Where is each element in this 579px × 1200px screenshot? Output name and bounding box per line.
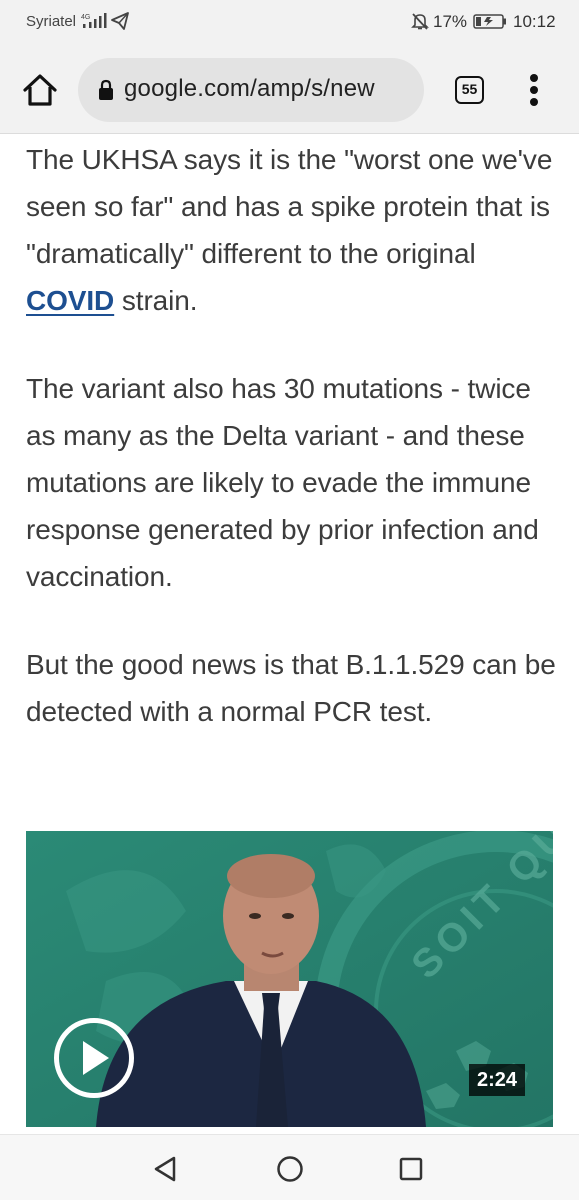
lock-icon [99,79,113,100]
recents-icon[interactable] [399,1157,423,1181]
back-icon[interactable] [152,1155,178,1183]
address-bar[interactable]: google.com/amp/s/new [78,58,424,122]
paragraph-1-text-after: strain. [114,285,198,316]
paragraph-3: But the good news is that B.1.1.529 can … [26,649,556,727]
more-vert-icon[interactable] [522,72,546,108]
paragraph-1: The UKHSA says it is the "worst one we'v… [26,136,556,324]
paragraph-1-text-before: The UKHSA says it is the "worst one we'v… [26,144,553,269]
play-icon[interactable] [54,1018,134,1098]
mute-icon [411,13,429,30]
carrier-label: Syriatel [26,13,77,30]
nav-home-icon[interactable] [276,1155,304,1183]
url-text[interactable]: google.com/amp/s/new [124,75,375,103]
battery-percent: 17% [433,12,468,31]
article-body: The UKHSA says it is the "worst one we'v… [26,136,556,776]
system-nav-bar [0,1134,579,1200]
clock: 10:12 [513,12,556,31]
tabs-icon[interactable]: 55 [455,76,484,104]
video-player[interactable]: SOIT QU 2:24 [26,831,553,1127]
telegram-icon [111,12,129,30]
browser-toolbar: google.com/amp/s/new 55 [0,46,579,134]
video-duration: 2:24 [469,1064,525,1096]
network-label: 4G [81,14,90,21]
paragraph-2: The variant also has 30 mutations - twic… [26,373,539,592]
battery-icon [473,14,506,29]
home-icon[interactable] [22,72,58,108]
status-bar: Syriatel 4G 17% 10:12 [0,0,579,46]
covid-link[interactable]: COVID [26,285,114,316]
signal-icon: 4G [81,13,107,28]
